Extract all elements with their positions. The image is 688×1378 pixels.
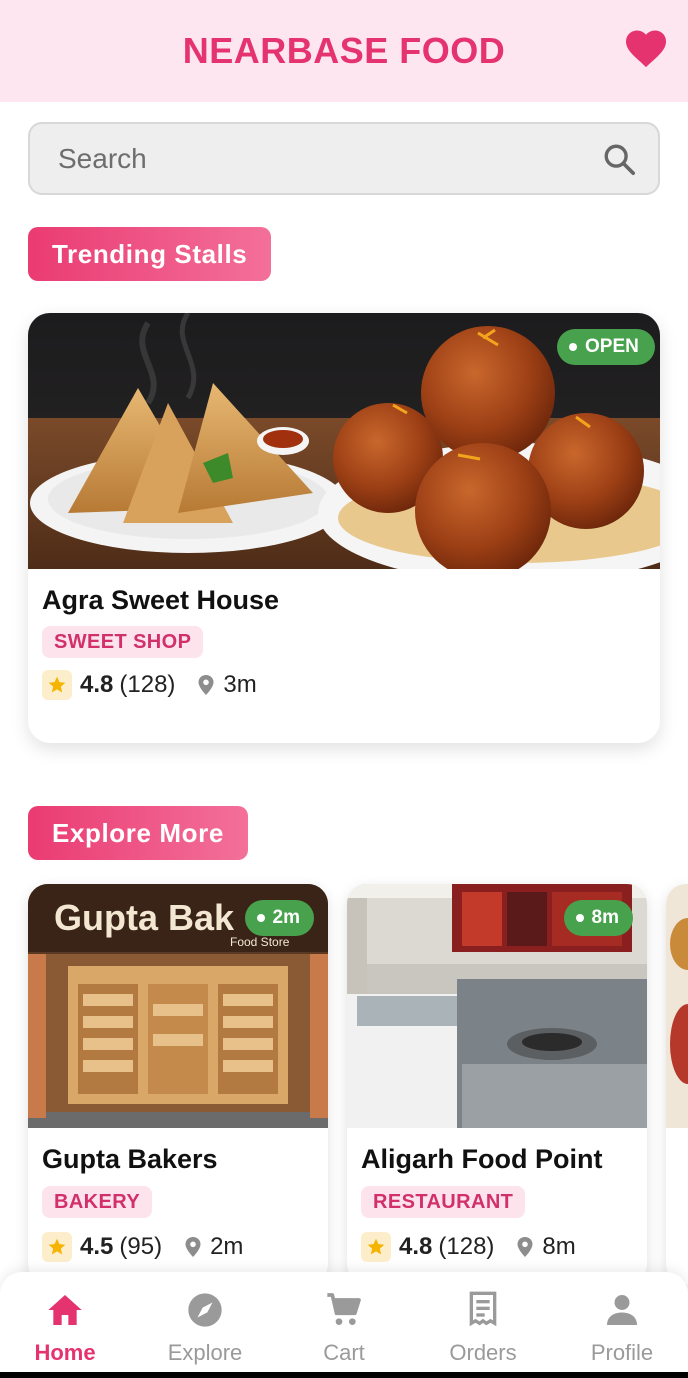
stall-name: Gupta Bakers <box>42 1144 218 1174</box>
rating-row: 4.8 (128) 3m <box>42 670 257 700</box>
nav-label: Cart <box>323 1340 365 1365</box>
explore-stall-card[interactable]: 8m Aligarh Food Point RESTAURANT 4.8 (12… <box>347 884 647 1284</box>
trending-section-label: Trending Stalls <box>28 227 272 281</box>
review-count: (95) <box>119 1233 163 1260</box>
location-pin-icon <box>517 1237 533 1257</box>
app-title: NEARBASE FOOD <box>182 30 506 71</box>
bottom-nav: Home Explore Cart Orders Profile <box>0 1272 688 1372</box>
nav-item-explore[interactable]: Explore <box>136 1272 274 1372</box>
system-bar <box>0 1372 688 1378</box>
nav-label: Orders <box>449 1340 517 1365</box>
star-icon <box>42 670 72 700</box>
status-dot <box>575 914 584 922</box>
rating-row: 4.8 (128) 8m <box>361 1232 576 1262</box>
star-icon <box>361 1232 391 1262</box>
person-icon <box>607 1295 637 1325</box>
stall-name: Aligarh Food Point <box>361 1144 603 1174</box>
location-pin-icon <box>198 675 214 695</box>
rating-score: 4.8 <box>80 671 114 698</box>
distance-badge: 2m <box>244 900 314 936</box>
search-bar[interactable] <box>28 122 660 195</box>
rating-row: 4.5 (95) 2m <box>42 1232 243 1262</box>
explore-stall-card-partial[interactable] <box>666 884 688 1284</box>
explore-section-label: Explore More <box>28 806 248 860</box>
category-tag: RESTAURANT <box>361 1186 526 1218</box>
open-status-badge: OPEN <box>557 329 655 365</box>
distance-text: 8m <box>542 1233 576 1260</box>
stall-photo <box>666 884 688 1128</box>
category-tag: BAKERY <box>42 1186 153 1218</box>
rating-score: 4.8 <box>399 1233 433 1260</box>
nav-item-orders[interactable]: Orders <box>414 1272 552 1372</box>
distance-text: 3m <box>223 671 257 698</box>
store-sign-subtext: Food Store <box>230 935 290 949</box>
explore-stall-card[interactable]: Gupta Bak Food Store 2m Gupta Bakers BAK… <box>28 884 328 1284</box>
distance-text: 2m <box>210 1233 244 1260</box>
status-dot <box>569 343 577 351</box>
app-header: NEARBASE FOOD <box>0 0 688 102</box>
nav-label: Explore <box>167 1340 243 1365</box>
location-pin-icon <box>185 1237 201 1257</box>
review-count: (128) <box>438 1233 495 1260</box>
distance-badge: 8m <box>563 900 633 936</box>
status-text: OPEN <box>585 336 639 357</box>
nav-item-cart[interactable]: Cart <box>275 1272 413 1372</box>
distance-badge-text: 8m <box>591 907 619 928</box>
review-count: (128) <box>119 671 176 698</box>
home-icon <box>48 1295 82 1325</box>
stall-name: Agra Sweet House <box>42 585 280 615</box>
nav-item-profile[interactable]: Profile <box>553 1272 688 1372</box>
store-sign-text: Gupta Bak <box>54 897 235 938</box>
distance-badge-text: 2m <box>272 907 300 928</box>
rating-score: 4.5 <box>80 1233 114 1260</box>
category-tag: SWEET SHOP <box>42 626 204 658</box>
nav-label: Home <box>34 1340 96 1365</box>
search-input[interactable] <box>58 124 598 193</box>
compass-icon <box>188 1293 222 1327</box>
search-icon[interactable] <box>602 142 636 176</box>
nav-label: Profile <box>590 1340 654 1365</box>
cart-icon <box>327 1293 361 1325</box>
receipt-icon <box>469 1291 497 1327</box>
status-dot <box>256 914 265 922</box>
heart-icon[interactable] <box>624 28 668 68</box>
trending-stall-card[interactable]: OPEN Agra Sweet House SWEET SHOP 4.8 (12… <box>28 313 660 743</box>
star-icon <box>42 1232 72 1262</box>
nav-item-home[interactable]: Home <box>0 1272 134 1372</box>
